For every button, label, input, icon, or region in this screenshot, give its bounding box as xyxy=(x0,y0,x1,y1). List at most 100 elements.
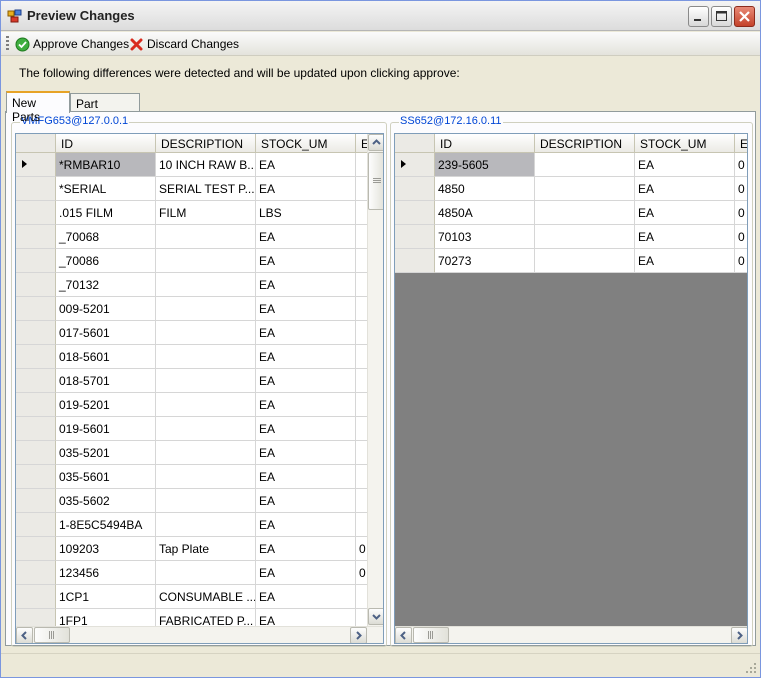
row-header[interactable] xyxy=(395,201,435,225)
cell-description[interactable] xyxy=(156,321,256,345)
table-row[interactable]: 018-5701 EA xyxy=(16,369,383,393)
cell-stock-um[interactable]: EA xyxy=(635,249,735,273)
cell-description[interactable] xyxy=(156,393,256,417)
left-data-grid[interactable]: ID DESCRIPTION STOCK_UM E *RMBAR10 10 INC… xyxy=(15,133,384,644)
cell-e[interactable]: 0 xyxy=(735,225,747,249)
row-header-corner[interactable] xyxy=(395,134,435,153)
cell-stock-um[interactable]: EA xyxy=(256,513,356,537)
cell-stock-um[interactable]: EA xyxy=(256,585,356,609)
table-row[interactable]: 019-5201 EA xyxy=(16,393,383,417)
cell-e[interactable]: 0 xyxy=(735,153,747,177)
cell-description[interactable] xyxy=(156,345,256,369)
right-data-grid[interactable]: ID DESCRIPTION STOCK_UM E 239-5605 EA 0 485… xyxy=(394,133,748,644)
scroll-down-button[interactable] xyxy=(368,608,383,625)
row-header[interactable] xyxy=(16,417,56,441)
minimize-button[interactable] xyxy=(688,6,709,27)
cell-description[interactable]: CONSUMABLE ... xyxy=(156,585,256,609)
close-button[interactable] xyxy=(734,6,755,27)
cell-id[interactable]: 4850 xyxy=(435,177,535,201)
cell-stock-um[interactable]: EA xyxy=(256,177,356,201)
resize-grip-icon[interactable] xyxy=(745,662,757,674)
cell-id[interactable]: 109203 xyxy=(56,537,156,561)
row-header[interactable] xyxy=(16,393,56,417)
maximize-button[interactable] xyxy=(711,6,732,27)
scroll-right-button[interactable] xyxy=(350,627,367,643)
cell-stock-um[interactable]: EA xyxy=(256,369,356,393)
cell-description[interactable] xyxy=(156,273,256,297)
row-header[interactable] xyxy=(16,465,56,489)
cell-id[interactable]: 239-5605 xyxy=(435,153,535,177)
cell-id[interactable]: *RMBAR10 xyxy=(56,153,156,177)
row-header[interactable] xyxy=(16,321,56,345)
table-row[interactable]: .015 FILM FILM LBS xyxy=(16,201,383,225)
scroll-left-button[interactable] xyxy=(395,627,412,643)
cell-description[interactable]: Tap Plate xyxy=(156,537,256,561)
discard-changes-button[interactable]: Discard Changes xyxy=(129,35,239,53)
table-row[interactable]: 4850 EA 0 xyxy=(395,177,747,201)
table-row[interactable]: 035-5201 EA xyxy=(16,441,383,465)
cell-id[interactable]: 035-5601 xyxy=(56,465,156,489)
cell-stock-um[interactable]: EA xyxy=(256,297,356,321)
table-row[interactable]: 1CP1 CONSUMABLE ... EA xyxy=(16,585,383,609)
cell-e[interactable]: 0 xyxy=(735,201,747,225)
row-header-corner[interactable] xyxy=(16,134,56,153)
cell-description[interactable]: SERIAL TEST P... xyxy=(156,177,256,201)
cell-description[interactable] xyxy=(535,225,635,249)
cell-stock-um[interactable]: EA xyxy=(256,417,356,441)
table-row[interactable]: 239-5605 EA 0 xyxy=(395,153,747,177)
cell-stock-um[interactable]: EA xyxy=(256,345,356,369)
cell-id[interactable]: 1CP1 xyxy=(56,585,156,609)
cell-stock-um[interactable]: EA xyxy=(256,441,356,465)
table-row[interactable]: 70273 EA 0 xyxy=(395,249,747,273)
table-row[interactable]: _70132 EA xyxy=(16,273,383,297)
row-header[interactable] xyxy=(16,273,56,297)
cell-description[interactable] xyxy=(535,249,635,273)
table-row[interactable]: 109203 Tap Plate EA 0 xyxy=(16,537,383,561)
cell-stock-um[interactable]: EA xyxy=(635,177,735,201)
scroll-left-button[interactable] xyxy=(16,627,33,643)
cell-id[interactable]: 70273 xyxy=(435,249,535,273)
row-header[interactable] xyxy=(16,561,56,585)
scroll-right-button[interactable] xyxy=(731,627,747,643)
table-row[interactable]: *SERIAL SERIAL TEST P... EA xyxy=(16,177,383,201)
row-header[interactable] xyxy=(16,249,56,273)
column-header-stock-um[interactable]: STOCK_UM xyxy=(256,134,356,153)
cell-description[interactable] xyxy=(156,225,256,249)
cell-id[interactable]: 009-5201 xyxy=(56,297,156,321)
cell-stock-um[interactable]: EA xyxy=(256,465,356,489)
title-bar[interactable]: Preview Changes xyxy=(1,1,760,31)
table-row[interactable]: 019-5601 EA xyxy=(16,417,383,441)
table-row[interactable]: 4850A EA 0 xyxy=(395,201,747,225)
cell-stock-um[interactable]: EA xyxy=(256,561,356,585)
cell-id[interactable]: 4850A xyxy=(435,201,535,225)
table-row[interactable]: _70068 EA xyxy=(16,225,383,249)
cell-stock-um[interactable]: EA xyxy=(256,537,356,561)
cell-id[interactable]: .015 FILM xyxy=(56,201,156,225)
cell-e[interactable]: 0 xyxy=(735,177,747,201)
cell-id[interactable]: 1-8E5C5494BA xyxy=(56,513,156,537)
cell-stock-um[interactable]: LBS xyxy=(256,201,356,225)
table-row[interactable]: 70103 EA 0 xyxy=(395,225,747,249)
cell-description[interactable] xyxy=(535,153,635,177)
column-header-stock-um[interactable]: STOCK_UM xyxy=(635,134,735,153)
table-row[interactable]: 017-5601 EA xyxy=(16,321,383,345)
cell-id[interactable]: 123456 xyxy=(56,561,156,585)
cell-description[interactable] xyxy=(156,441,256,465)
row-header[interactable] xyxy=(395,177,435,201)
cell-description[interactable] xyxy=(535,177,635,201)
cell-id[interactable]: _70132 xyxy=(56,273,156,297)
cell-description[interactable] xyxy=(156,561,256,585)
cell-stock-um[interactable]: EA xyxy=(256,393,356,417)
column-header-e[interactable]: E xyxy=(735,134,747,153)
table-row[interactable]: 123456 EA 0 xyxy=(16,561,383,585)
cell-stock-um[interactable]: EA xyxy=(256,225,356,249)
table-row[interactable]: 1-8E5C5494BA EA xyxy=(16,513,383,537)
cell-id[interactable]: _70068 xyxy=(56,225,156,249)
cell-e[interactable]: 0 xyxy=(735,249,747,273)
row-header[interactable] xyxy=(395,249,435,273)
cell-id[interactable]: 035-5201 xyxy=(56,441,156,465)
toolbar-grip[interactable] xyxy=(6,36,9,52)
cell-id[interactable]: _70086 xyxy=(56,249,156,273)
cell-description[interactable] xyxy=(156,369,256,393)
cell-id[interactable]: 019-5201 xyxy=(56,393,156,417)
